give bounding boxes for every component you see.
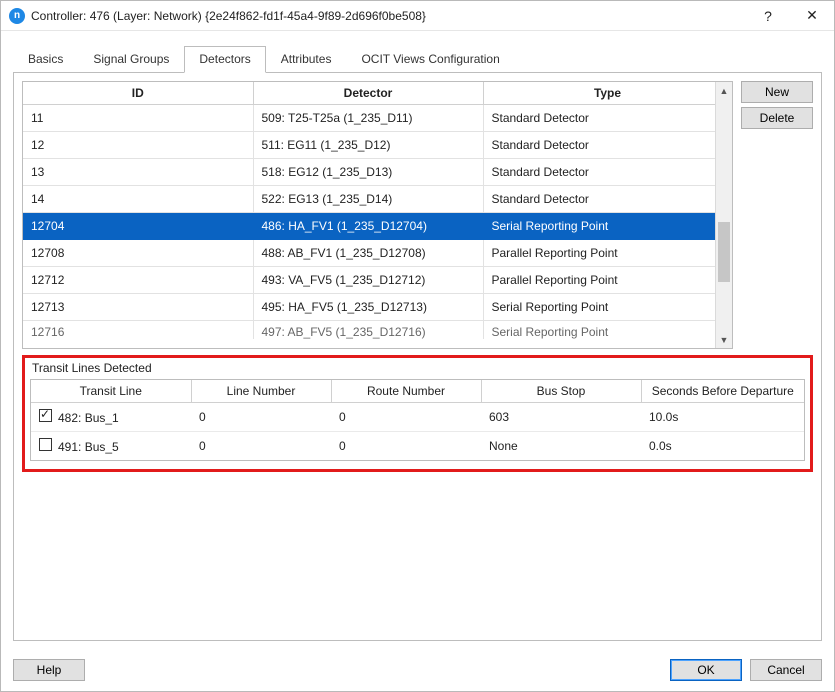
titlebar-close-button[interactable]: ✕ (790, 1, 834, 31)
detectors-upper-row: ID Detector Type 11509: T25-T25a (1_235_… (22, 81, 813, 349)
table-cell: 488: AB_FV1 (1_235_D12708) (253, 240, 483, 267)
blank-area (22, 472, 813, 632)
cancel-button[interactable]: Cancel (750, 659, 822, 681)
transit-lines-group-label: Transit Lines Detected (32, 361, 805, 375)
table-cell: 0 (191, 403, 331, 432)
table-row[interactable]: 12716497: AB_FV5 (1_235_D12716)Serial Re… (23, 321, 732, 340)
table-cell: Standard Detector (483, 186, 732, 213)
table-cell: 518: EG12 (1_235_D13) (253, 159, 483, 186)
table-cell: 13 (23, 159, 253, 186)
table-cell: Serial Reporting Point (483, 321, 732, 340)
table-cell: 493: VA_FV5 (1_235_D12712) (253, 267, 483, 294)
table-cell: Standard Detector (483, 132, 732, 159)
table-cell: 509: T25-T25a (1_235_D11) (253, 105, 483, 132)
ok-button[interactable]: OK (670, 659, 742, 681)
dialog-footer: Help OK Cancel (1, 651, 834, 691)
table-row[interactable]: 12713495: HA_FV5 (1_235_D12713)Serial Re… (23, 294, 732, 321)
transit-lines-table: Transit Line Line Number Route Number Bu… (31, 380, 804, 460)
col-type[interactable]: Type (483, 82, 732, 105)
table-cell: 14 (23, 186, 253, 213)
col-transit-line[interactable]: Transit Line (31, 380, 191, 403)
table-cell: Standard Detector (483, 159, 732, 186)
table-row[interactable]: 491: Bus_500None0.0s (31, 432, 804, 461)
detectors-table-wrap: ID Detector Type 11509: T25-T25a (1_235_… (22, 81, 733, 349)
tab-basics[interactable]: Basics (13, 46, 78, 73)
table-cell: Serial Reporting Point (483, 213, 732, 240)
table-cell: 12708 (23, 240, 253, 267)
tabstrip: Basics Signal Groups Detectors Attribute… (13, 45, 822, 72)
table-cell: None (481, 432, 641, 461)
table-cell: 495: HA_FV5 (1_235_D12713) (253, 294, 483, 321)
new-button[interactable]: New (741, 81, 813, 103)
table-row[interactable]: 482: Bus_10060310.0s (31, 403, 804, 432)
table-cell: 12 (23, 132, 253, 159)
col-detector[interactable]: Detector (253, 82, 483, 105)
side-buttons: New Delete (741, 81, 813, 349)
table-cell: 12712 (23, 267, 253, 294)
titlebar: n Controller: 476 (Layer: Network) {2e24… (1, 1, 834, 31)
col-line-number[interactable]: Line Number (191, 380, 331, 403)
table-cell: 522: EG13 (1_235_D14) (253, 186, 483, 213)
scroll-thumb[interactable] (718, 222, 730, 282)
dialog-content: Basics Signal Groups Detectors Attribute… (1, 31, 834, 651)
transit-line-label: 482: Bus_1 (58, 411, 119, 425)
scroll-down-arrow-icon[interactable]: ▼ (716, 331, 732, 348)
table-row[interactable]: 12712493: VA_FV5 (1_235_D12712)Parallel … (23, 267, 732, 294)
col-bus-stop[interactable]: Bus Stop (481, 380, 641, 403)
transit-line-cell: 491: Bus_5 (31, 432, 191, 461)
table-cell: 12713 (23, 294, 253, 321)
transit-lines-header-row: Transit Line Line Number Route Number Bu… (31, 380, 804, 403)
table-cell: 0 (331, 403, 481, 432)
table-cell: Parallel Reporting Point (483, 267, 732, 294)
table-cell: 0 (191, 432, 331, 461)
vertical-scrollbar[interactable]: ▲ ▼ (715, 82, 732, 348)
table-cell: 12716 (23, 321, 253, 340)
transit-lines-highlight-frame: Transit Lines Detected Transit Line Line… (22, 355, 813, 472)
table-row[interactable]: 14522: EG13 (1_235_D14)Standard Detector (23, 186, 732, 213)
transit-lines-table-wrap: Transit Line Line Number Route Number Bu… (30, 379, 805, 461)
help-button[interactable]: Help (13, 659, 85, 681)
titlebar-help-button[interactable]: ? (746, 1, 790, 31)
tab-ocit-views[interactable]: OCIT Views Configuration (346, 46, 514, 73)
delete-button[interactable]: Delete (741, 107, 813, 129)
table-cell: 486: HA_FV1 (1_235_D12704) (253, 213, 483, 240)
table-cell: 10.0s (641, 403, 804, 432)
table-cell: 511: EG11 (1_235_D12) (253, 132, 483, 159)
dialog-window: n Controller: 476 (Layer: Network) {2e24… (0, 0, 835, 692)
table-row[interactable]: 12704486: HA_FV1 (1_235_D12704)Serial Re… (23, 213, 732, 240)
tab-page-detectors: ID Detector Type 11509: T25-T25a (1_235_… (13, 72, 822, 641)
scroll-up-arrow-icon[interactable]: ▲ (716, 82, 732, 99)
table-cell: Parallel Reporting Point (483, 240, 732, 267)
checkbox-icon[interactable] (39, 409, 52, 422)
table-row[interactable]: 13518: EG12 (1_235_D13)Standard Detector (23, 159, 732, 186)
detectors-table: ID Detector Type 11509: T25-T25a (1_235_… (23, 82, 732, 339)
table-cell: 603 (481, 403, 641, 432)
detectors-header-row: ID Detector Type (23, 82, 732, 105)
col-id[interactable]: ID (23, 82, 253, 105)
checkbox-icon[interactable] (39, 438, 52, 451)
transit-line-label: 491: Bus_5 (58, 440, 119, 454)
table-row[interactable]: 11509: T25-T25a (1_235_D11)Standard Dete… (23, 105, 732, 132)
col-seconds-before-departure[interactable]: Seconds Before Departure (641, 380, 804, 403)
table-cell: 0 (331, 432, 481, 461)
tab-signal-groups[interactable]: Signal Groups (78, 46, 184, 73)
table-row[interactable]: 12708488: AB_FV1 (1_235_D12708)Parallel … (23, 240, 732, 267)
table-cell: 0.0s (641, 432, 804, 461)
table-cell: 497: AB_FV5 (1_235_D12716) (253, 321, 483, 340)
table-cell: Standard Detector (483, 105, 732, 132)
col-route-number[interactable]: Route Number (331, 380, 481, 403)
app-icon: n (9, 8, 25, 24)
table-row[interactable]: 12511: EG11 (1_235_D12)Standard Detector (23, 132, 732, 159)
transit-line-cell: 482: Bus_1 (31, 403, 191, 432)
detectors-table-scroll[interactable]: ID Detector Type 11509: T25-T25a (1_235_… (23, 82, 732, 348)
tab-attributes[interactable]: Attributes (266, 46, 347, 73)
window-title: Controller: 476 (Layer: Network) {2e24f8… (31, 9, 746, 23)
table-cell: Serial Reporting Point (483, 294, 732, 321)
table-cell: 12704 (23, 213, 253, 240)
table-cell: 11 (23, 105, 253, 132)
tab-detectors[interactable]: Detectors (184, 46, 265, 73)
